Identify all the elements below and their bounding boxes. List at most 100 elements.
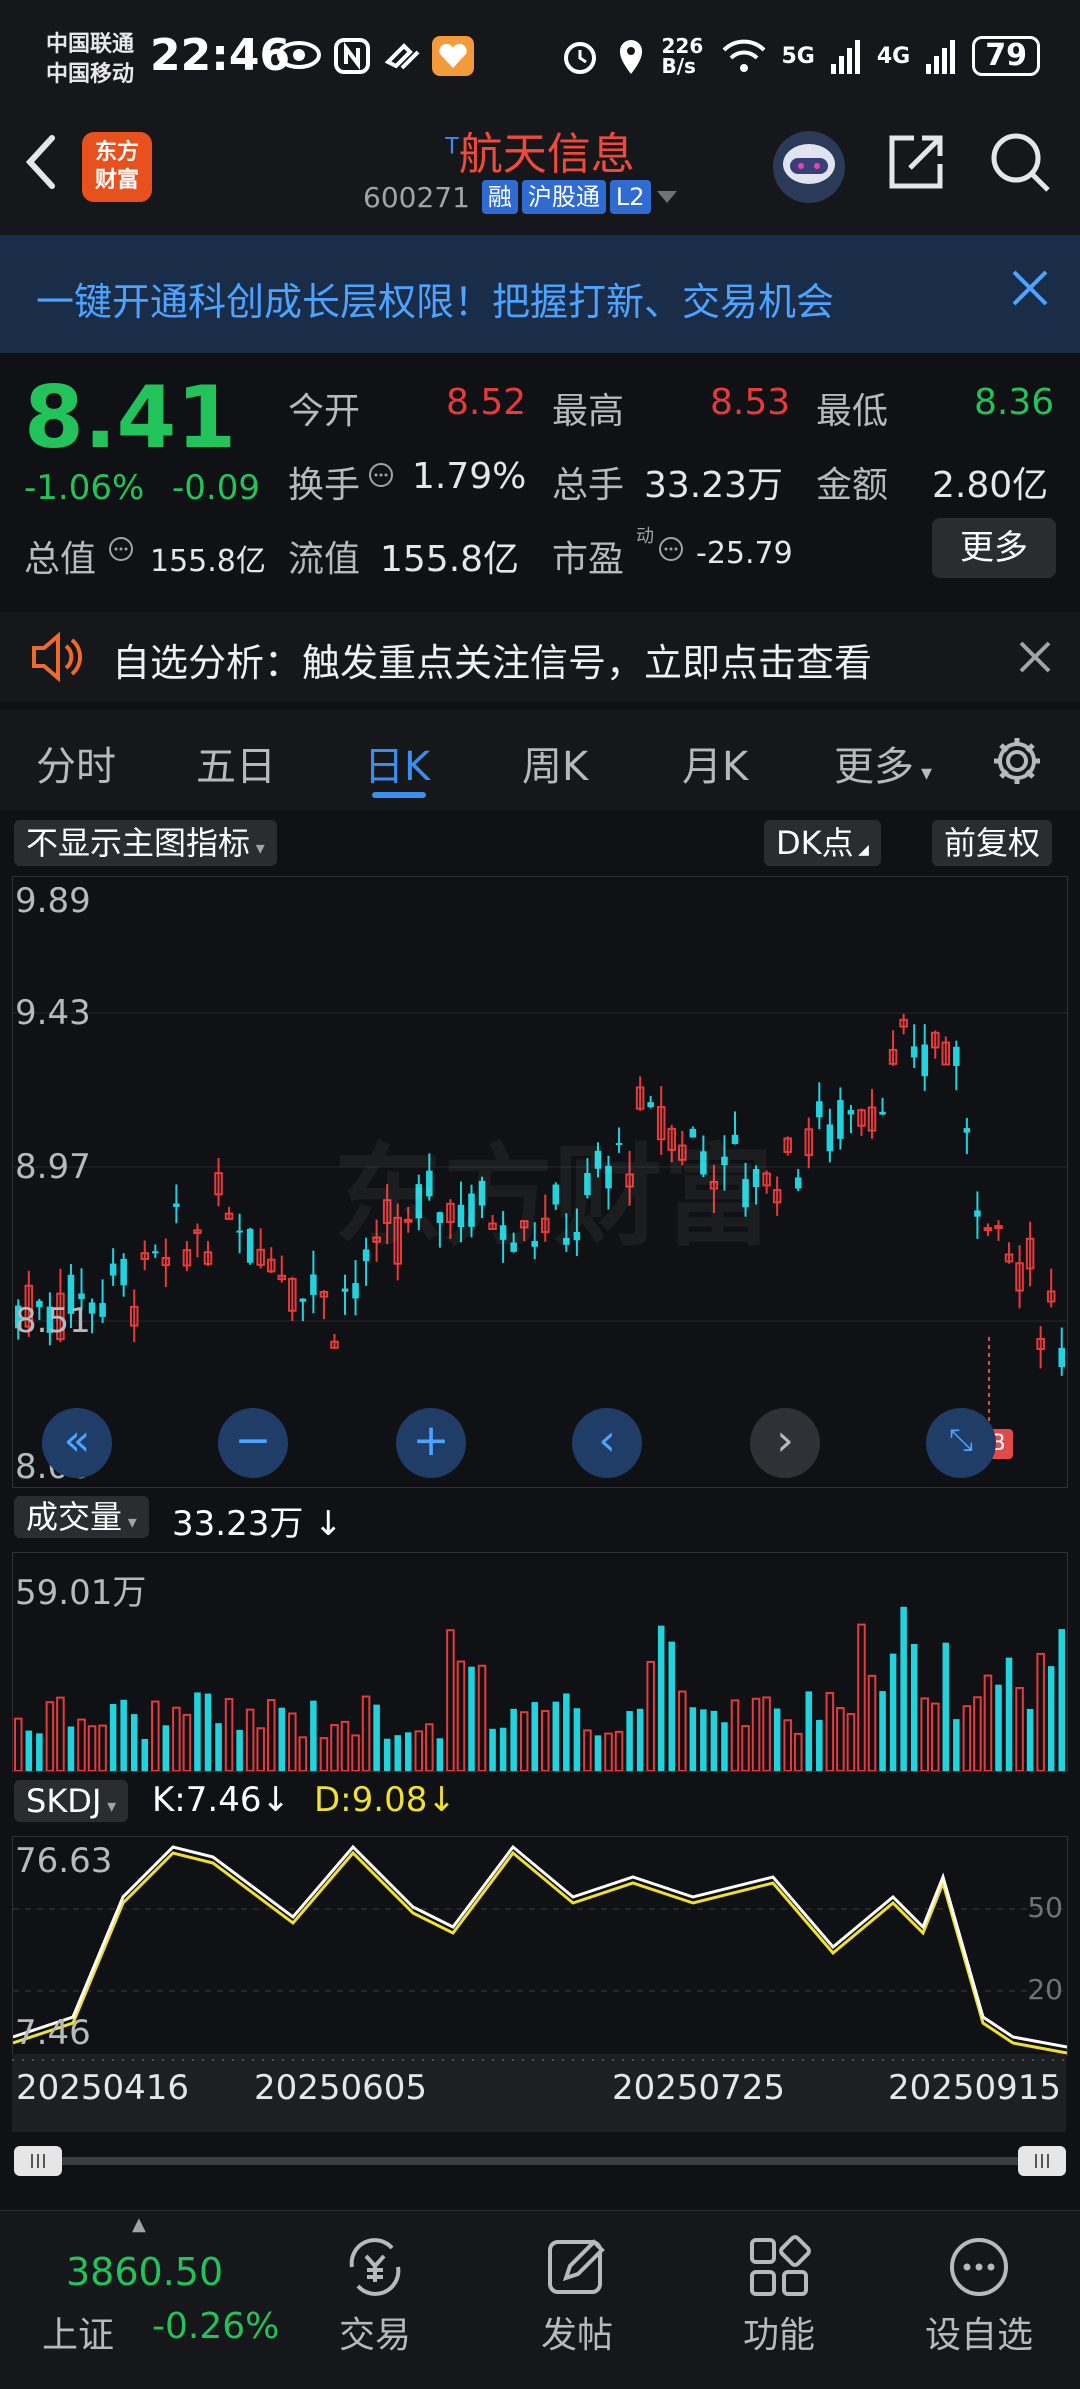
robot-assistant-button[interactable] [770,128,848,210]
volume-bar [141,1738,149,1771]
signal-icon-1 [830,40,860,74]
up-caret-icon: ▲ [132,2214,146,2235]
volume-bar [510,1708,517,1771]
volume-bar [646,1660,655,1771]
volume-canvas [14,1606,1065,1771]
promo-banner[interactable]: 一键开通科创成长层权限！把握打新、交易机会 [0,235,1080,353]
promo-banner-text: 一键开通科创成长层权限！把握打新、交易机会 [36,280,835,324]
skdj-ymax: 76.63 [15,1841,113,1881]
volume-bar [109,1704,117,1771]
volume-bar [741,1725,750,1771]
volume-bar [383,1738,391,1771]
nav-trade-label: 交易 [338,2315,411,2356]
range-left-handle[interactable] [14,2146,62,2176]
carrier-2: 中国移动 [46,62,135,87]
tab-five-day[interactable]: 五日 [196,734,276,792]
volume-bar [836,1707,845,1771]
tag-level2: L2 [609,180,651,214]
volume-bar [330,1724,339,1771]
volume-bar [162,1725,170,1771]
main-indicator-select[interactable]: 不显示主图指标 ▾ [14,820,277,866]
nav-functions[interactable]: 功能 [704,2210,854,2358]
grip-icon [31,2154,45,2168]
index-ticker[interactable]: ▲ 3860.50 上证 -0.26% [24,2210,284,2380]
turnover-value: 1.79% [412,456,527,497]
jump-start-button[interactable]: « [42,1408,112,1478]
active-tab-indicator [372,792,426,798]
volume-bar [1005,1657,1013,1771]
candle-body [847,1110,855,1115]
analysis-alert[interactable]: 自选分析：触发重点关注信号，立即点击查看 [0,612,1080,702]
dk-point-button[interactable]: DK点 ◢ [764,820,881,866]
float-label: 流值 [288,539,361,580]
kline-chart[interactable]: 东方财富 9.89 9.43 8.97 8.51 8.06 B [12,876,1068,1488]
zoom-in-button[interactable]: + [396,1408,466,1478]
volume-bar [721,1722,728,1771]
tab-daily-k[interactable]: 日K [364,734,430,792]
nav-trade[interactable]: 交易 [300,2210,450,2358]
mktcap-info-icon[interactable] [108,536,134,566]
share-icon [889,135,943,189]
price-adjust-button[interactable]: 前复权 [932,820,1053,866]
share-button[interactable] [884,130,948,198]
location-icon [619,40,642,74]
volume-bar [816,1719,823,1771]
main-indicator-label: 不显示主图指标 [26,824,251,862]
volume-bar [920,1697,929,1771]
pe-info-icon[interactable] [658,536,684,566]
search-button[interactable] [988,130,1052,198]
volume-indicator-label: 成交量 [26,1498,123,1536]
kline-ytick-2: 9.43 [15,993,91,1033]
volume-bar [889,1653,897,1771]
nav-post[interactable]: 发帖 [502,2210,652,2358]
battery-indicator: 79 [972,36,1040,76]
volume-bar [77,1718,86,1771]
promo-close-button[interactable] [1010,265,1050,319]
scroll-left-button[interactable]: ‹ [572,1408,642,1478]
volume-bar [531,1702,538,1771]
plus-icon: + [412,1415,450,1466]
volume-bar [373,1704,380,1771]
skdj-ymin: 7.46 [15,2013,91,2053]
candle-body [152,1251,159,1254]
chevron-left-icon: ‹ [598,1415,616,1466]
stock-subtitle[interactable]: 600271 融 沪股通 L2 [363,180,679,214]
fullscreen-button[interactable]: ⤡ [926,1408,996,1478]
tab-weekly-k[interactable]: 周K [522,734,588,792]
zoom-out-button[interactable]: − [218,1408,288,1478]
skdj-chart[interactable]: 76.63 7.46 50 20 [12,1836,1068,2056]
skdj-indicator-select[interactable]: SKDJ ▾ [14,1780,129,1822]
volume-bar [657,1625,665,1771]
volume-indicator-select[interactable]: 成交量 ▾ [14,1496,149,1538]
high-value: 8.53 [710,382,791,423]
index-name: 上证 [42,2315,115,2356]
candle-body [983,1227,993,1232]
volume-bar [172,1706,181,1771]
turnover-info-icon[interactable] [368,462,394,492]
volume-bar [700,1709,707,1771]
last-price: 8.41 [24,368,237,468]
quote-more-button[interactable]: 更多 [932,518,1056,578]
range-scrollbar[interactable] [14,2146,1066,2176]
volume-bar [278,1707,286,1771]
robot-icon [773,131,845,203]
chart-settings-button[interactable] [990,734,1044,792]
volume-bar [456,1660,466,1771]
candle-body [78,1293,85,1300]
tab-more[interactable]: 更多 ▾ [834,734,932,792]
volume-ymax: 59.01万 [15,1573,147,1613]
scroll-right-button[interactable]: › [750,1408,820,1478]
alert-close-button[interactable] [1018,640,1052,678]
volume-bar [573,1708,581,1771]
volume-value: 33.23万 [644,465,784,506]
nav-add-watchlist[interactable]: 设自选 [904,2210,1054,2358]
tab-monthly-k[interactable]: 月K [682,734,748,792]
volume-bar [995,1684,1002,1771]
volume-chart[interactable]: 59.01万 [12,1552,1068,1772]
volume-bar [973,1696,982,1771]
tab-intraday[interactable]: 分时 [36,734,116,792]
volume-bar [25,1730,33,1771]
watermark: 东方财富 [333,1133,773,1261]
nav-add-watchlist-label: 设自选 [924,2315,1033,2356]
range-right-handle[interactable] [1018,2146,1066,2176]
